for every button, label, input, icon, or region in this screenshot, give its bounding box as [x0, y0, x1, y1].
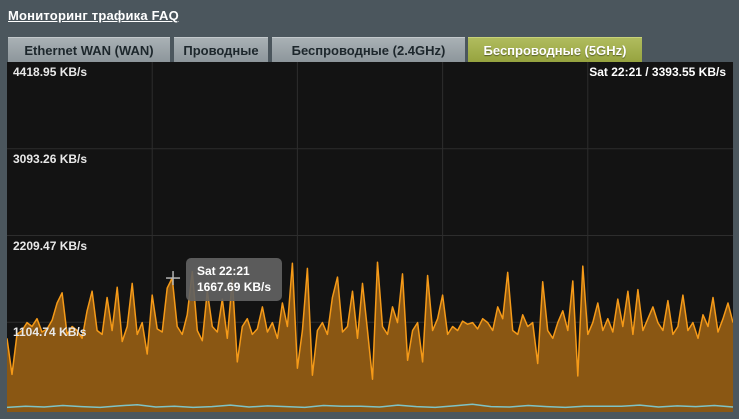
tooltip-time: Sat 22:21 [197, 263, 271, 279]
y-axis-label: 3093.26 KB/s [13, 152, 87, 166]
traffic-chart[interactable]: 4418.95 KB/s 3093.26 KB/s 2209.47 KB/s 1… [7, 62, 733, 412]
chart-tooltip: Sat 22:21 1667.69 KB/s [186, 258, 282, 301]
current-value-label: Sat 22:21 / 3393.55 KB/s [589, 65, 726, 79]
y-axis-label: 2209.47 KB/s [13, 239, 87, 253]
tab-ethernet-wan[interactable]: Ethernet WAN (WAN) [8, 37, 170, 62]
y-axis-label: 1104.74 KB/s [13, 325, 86, 339]
y-axis-label: 4418.95 KB/s [13, 65, 87, 79]
traffic-monitor-faq-link[interactable]: Мониторинг трафика FAQ [8, 8, 179, 23]
traffic-monitor-page: { "page": { "title_link": "Мониторинг тр… [0, 0, 739, 419]
tab-bar: Ethernet WAN (WAN) Проводные Беспроводны… [8, 37, 642, 62]
traffic-area-5ghz [7, 262, 733, 412]
tab-wireless-5ghz[interactable]: Беспроводные (5GHz) [468, 37, 642, 62]
tab-wired[interactable]: Проводные [174, 37, 268, 62]
traffic-plot-svg[interactable] [7, 62, 733, 412]
tab-wireless-2-4ghz[interactable]: Беспроводные (2.4GHz) [272, 37, 465, 62]
tooltip-value: 1667.69 KB/s [197, 279, 271, 295]
